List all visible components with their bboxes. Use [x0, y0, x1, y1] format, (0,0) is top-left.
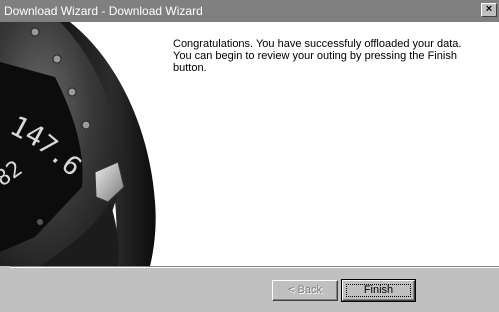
download-wizard-window: Download Wizard - Download Wizard × 14 7…: [0, 0, 499, 312]
close-button[interactable]: ×: [481, 3, 497, 17]
title-bar[interactable]: Download Wizard - Download Wizard ×: [0, 0, 499, 22]
button-separator: [10, 266, 499, 268]
led-indicator: [30, 27, 40, 37]
message-line-1: Congratulations. You have successfuly of…: [173, 38, 462, 50]
finish-button[interactable]: Finish: [341, 279, 416, 302]
finish-button-label: Finish: [363, 284, 394, 296]
led-indicator: [52, 54, 62, 64]
message-line-2: You can begin to review your outing by p…: [173, 50, 457, 74]
wizard-content-panel: 14 7.6 82 Congratulations. You have succ…: [0, 22, 499, 266]
close-icon: ×: [485, 3, 493, 15]
led-indicator: [67, 87, 77, 97]
back-button[interactable]: < Back: [272, 280, 338, 301]
window-title: Download Wizard - Download Wizard: [4, 4, 203, 18]
led-indicator: [81, 120, 91, 130]
device-screw: [37, 219, 43, 225]
device-photo: 14 7.6 82: [0, 22, 170, 266]
completion-message: Congratulations. You have successfuly of…: [173, 38, 473, 74]
